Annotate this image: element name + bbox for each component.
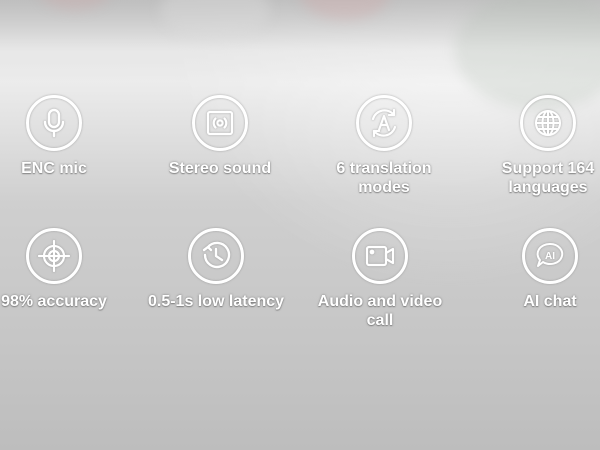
feature-latency: 0.5-1s low latency: [141, 228, 291, 311]
feature-grid: ENC mic Stereo sound 6 translation modes: [0, 0, 600, 450]
clock-icon: [188, 228, 244, 284]
feature-languages: Support 164 languages: [473, 95, 600, 197]
feature-label: 0.5-1s low latency: [147, 293, 285, 310]
globe-icon: [520, 95, 576, 151]
feature-label: AI chat: [523, 293, 577, 310]
microphone-icon: [26, 95, 82, 151]
translation-cycle-icon: [356, 95, 412, 151]
feature-label: 6 translation modes: [336, 160, 432, 196]
video-camera-icon: [352, 228, 408, 284]
feature-accuracy: 98% accuracy: [0, 228, 129, 311]
feature-ai-chat: AI AI chat: [475, 228, 600, 311]
crosshair-target-icon: [26, 228, 82, 284]
ai-chat-bubble-icon: AI: [522, 228, 578, 284]
speaker-icon: [192, 95, 248, 151]
feature-translation-modes: 6 translation modes: [309, 95, 459, 197]
feature-stereo-sound: Stereo sound: [145, 95, 295, 178]
feature-label: Audio and video call: [317, 293, 443, 329]
svg-text:AI: AI: [545, 251, 555, 262]
feature-label: Stereo sound: [168, 160, 272, 177]
feature-audio-video-call: Audio and video call: [305, 228, 455, 330]
feature-label: 98% accuracy: [1, 293, 107, 310]
feature-label: Support 164 languages: [501, 160, 595, 196]
feature-enc-mic: ENC mic: [0, 95, 129, 178]
feature-label: ENC mic: [21, 160, 87, 177]
